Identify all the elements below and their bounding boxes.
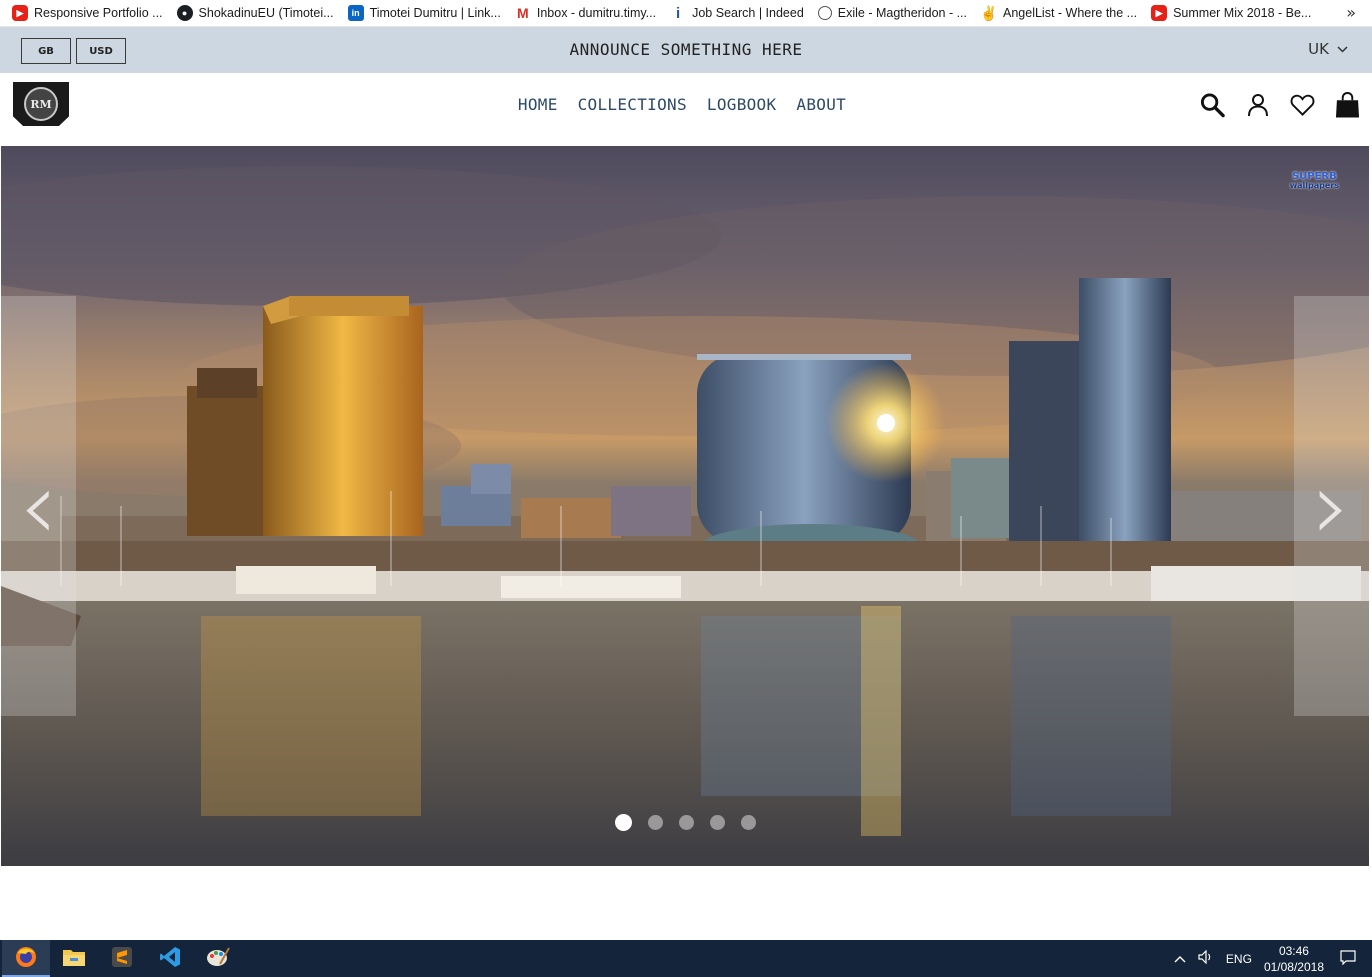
volume-icon[interactable] [1198,949,1214,967]
slider-next-button[interactable]: › [1294,296,1369,716]
slider-pagination [1,814,1369,831]
nav-link-about[interactable]: ABOUT [796,95,846,114]
announcement-text: ANNOUNCE SOMETHING HERE [569,40,803,59]
angellist-icon: ✌ [980,4,998,21]
bookmark-item[interactable]: Exile - Magtheridon - ... [817,6,967,20]
bookmark-item[interactable]: ● ShokadinuEU (Timotei... [176,5,334,21]
bookmarks-bar: ▶ Responsive Portfolio ... ● ShokadinuEU (… [0,0,1372,27]
paint-taskbar-button[interactable] [194,940,242,977]
firefox-icon [14,945,38,973]
sublime-text-icon [111,946,133,972]
vscode-icon [159,946,181,972]
main-nav: HOME COLLECTIONS LOGBOOK ABOUT [0,95,1372,114]
bookmarks-overflow-icon[interactable]: » [1346,3,1356,22]
sublime-text-taskbar-button[interactable] [98,940,146,977]
paint-icon [206,946,230,972]
linkedin-icon: in [347,5,364,21]
windows-taskbar: ENG 03:46 01/08/2018 [0,940,1372,977]
chevron-left-icon: ‹ [19,450,58,562]
bookmark-item[interactable]: ✌ AngelList - Where the ... [980,4,1137,21]
slider-dot[interactable] [614,814,632,831]
youtube-icon: ▶ [1151,5,1168,21]
slider-dot[interactable] [678,815,694,830]
bookmark-item[interactable]: ▶ Summer Mix 2018 - Be... [1151,5,1311,21]
youtube-icon: ▶ [12,5,28,21]
notifications-icon[interactable] [1340,949,1356,968]
header-icons [1200,91,1360,119]
search-icon[interactable] [1200,91,1225,119]
slider-dot[interactable] [709,815,725,830]
wallpaper-watermark: SUPERB wallpapers [1289,171,1339,191]
github-icon: ● [176,5,193,21]
file-explorer-taskbar-button[interactable] [50,940,98,977]
chevron-up-icon[interactable] [1174,952,1186,966]
hero-slide-image [1,146,1369,866]
bookmark-item[interactable]: in Timotei Dumitru | Link... [347,5,501,21]
hero-slider: SUPERB wallpapers ‹ › [1,146,1369,866]
region-dropdown[interactable]: UK [1308,40,1348,58]
chevron-down-icon [1337,43,1348,56]
system-tray: ENG 03:46 01/08/2018 [1174,940,1372,977]
vscode-taskbar-button[interactable] [146,940,194,977]
clock-date: 01/08/2018 [1263,959,1324,974]
indeed-icon: i [676,4,681,22]
region-label: UK [1308,40,1329,58]
announcement-bar: GB USD ANNOUNCE SOMETHING HERE UK [0,27,1372,73]
firefox-taskbar-button[interactable] [2,940,50,977]
clock-time: 03:46 [1278,943,1309,958]
system-clock[interactable]: 03:46 01/08/2018 [1264,943,1324,975]
site-header: RM HOME COLLECTIONS LOGBOOK ABOUT [0,73,1372,146]
slider-prev-button[interactable]: ‹ [1,296,76,716]
bookmark-item[interactable]: ▶ Responsive Portfolio ... [12,5,163,21]
chevron-right-icon: › [1312,450,1351,562]
slider-dot[interactable] [647,815,663,830]
input-language-indicator[interactable]: ENG [1226,952,1252,966]
gmail-icon: M [517,5,529,21]
wishlist-heart-icon[interactable] [1290,91,1315,119]
cart-bag-icon[interactable] [1335,91,1360,119]
account-icon[interactable] [1245,91,1270,119]
nav-link-logbook[interactable]: LOGBOOK [707,95,777,114]
nav-link-home[interactable]: HOME [518,95,558,114]
file-explorer-icon [62,947,86,971]
globe-icon [817,6,832,20]
slider-dot[interactable] [740,815,756,830]
nav-link-collections[interactable]: COLLECTIONS [578,95,687,114]
bookmark-item[interactable]: i Job Search | Indeed [670,4,804,22]
bookmark-item[interactable]: M Inbox - dumitru.timy... [515,5,656,21]
